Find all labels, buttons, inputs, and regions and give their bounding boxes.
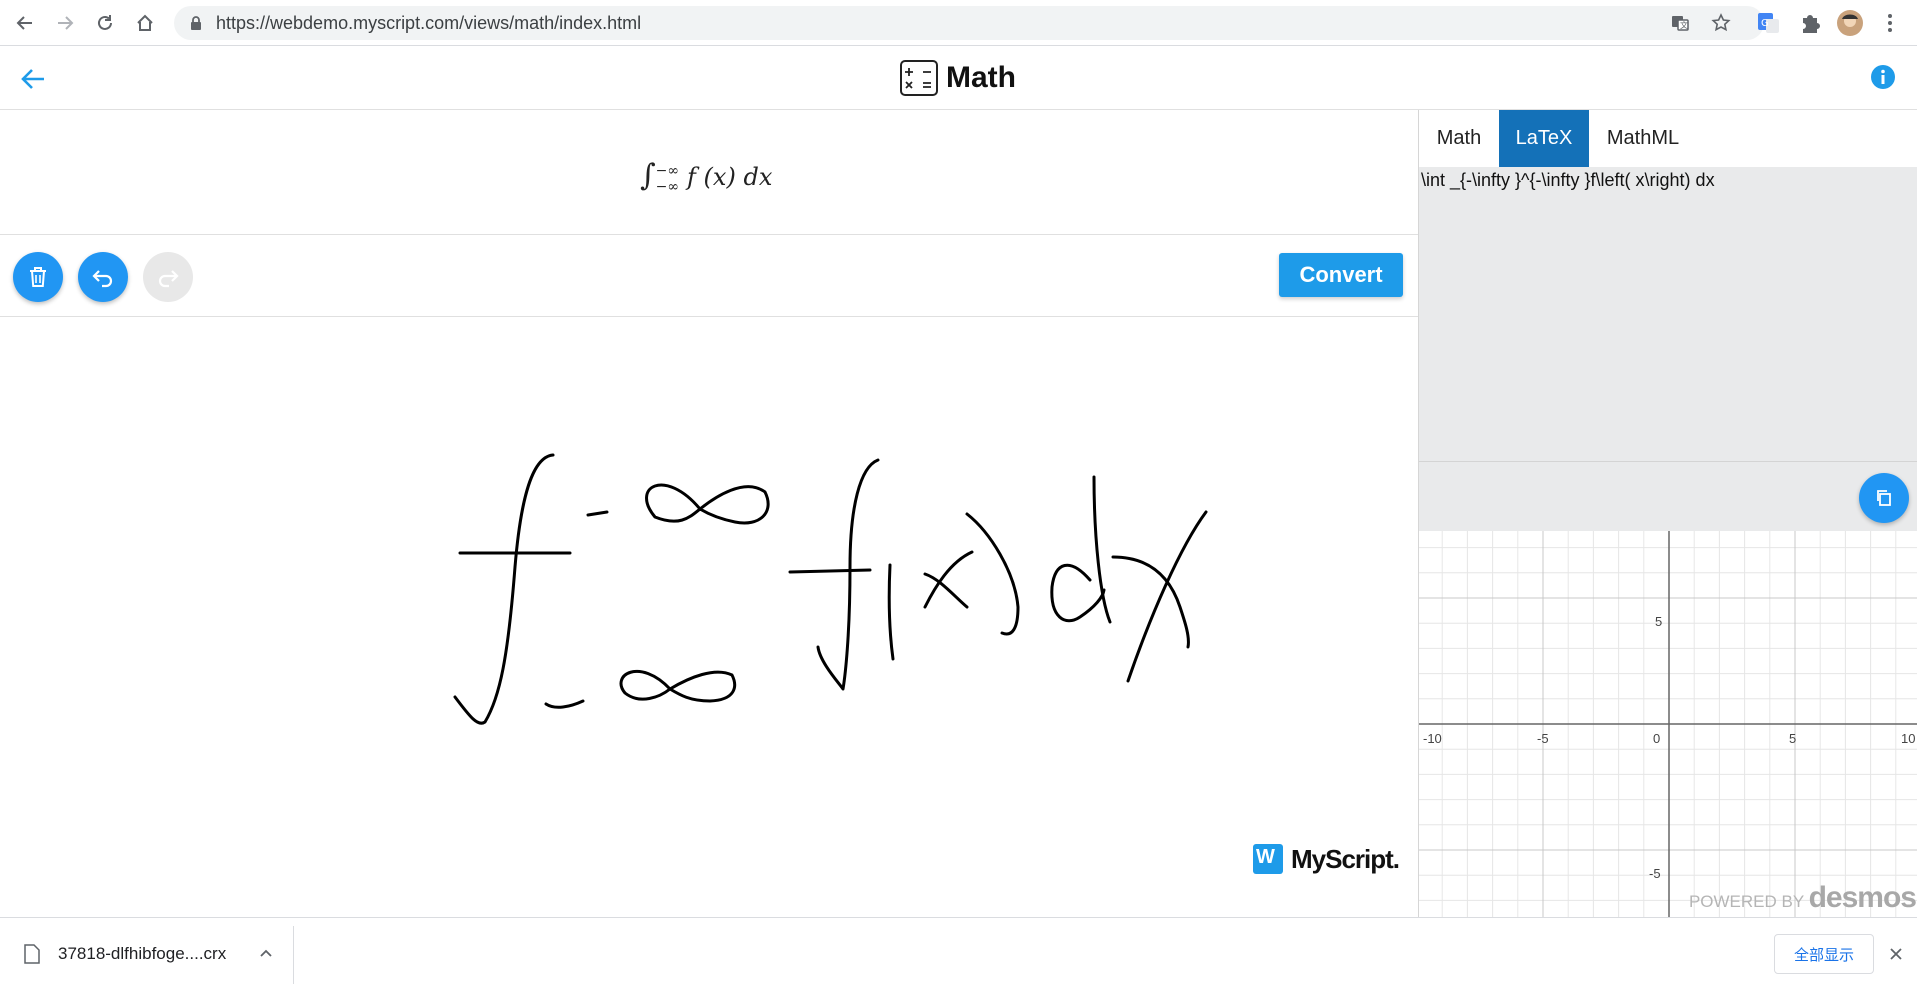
translate-icon[interactable]: 文 [1670, 13, 1690, 33]
output-tabs: Math LaTeX MathML [1419, 110, 1917, 167]
ink-close-paren [965, 512, 1020, 636]
svg-text:G: G [1761, 18, 1769, 29]
url-text[interactable]: https://webdemo.myscript.com/views/math/… [216, 13, 641, 34]
show-all-button[interactable]: 全部显示 [1774, 934, 1874, 974]
handwritten-ink [453, 453, 1208, 725]
desmos-graph[interactable]: -10 -5 0 5 10 5 -5 POWERED BY desmos [1419, 531, 1917, 917]
ink-d-bowl [1050, 563, 1106, 623]
download-file-name[interactable]: 37818-dlfhibfoge....crx [58, 944, 226, 964]
ink-x-stroke-1 [923, 572, 969, 609]
app-header: Math [0, 46, 1917, 110]
integral-sign: ∫ [640, 158, 656, 193]
tab-math[interactable]: Math [1419, 110, 1499, 167]
undo-icon [92, 270, 113, 288]
app-title: Math [946, 61, 1016, 94]
x-tick-label: 0 [1653, 731, 1660, 746]
integral-limits: −∞ −∞ [656, 163, 679, 195]
close-icon[interactable] [1888, 946, 1904, 962]
ink-f [816, 458, 880, 691]
back-icon[interactable] [11, 9, 39, 37]
upper-limit: −∞ [655, 162, 680, 179]
x-tick-label: 10 [1901, 731, 1915, 746]
credit-prefix: POWERED BY [1688, 892, 1804, 911]
ink-integral [453, 453, 555, 725]
ink-lower-infinity [619, 670, 737, 703]
home-icon[interactable] [131, 9, 159, 37]
redo-button[interactable] [143, 252, 193, 302]
redo-icon [158, 270, 179, 288]
ink-upper-minus [586, 510, 609, 517]
myscript-wordmark: MyScript. [1291, 843, 1400, 874]
chevron-up-icon[interactable] [258, 945, 274, 961]
desmos-logo: desmos [1808, 881, 1917, 914]
math-symbols-icon [900, 60, 938, 96]
ink-x-stroke-2 [923, 550, 974, 609]
ink-x-stroke-4 [1126, 510, 1208, 683]
ink-open-paren [887, 563, 895, 661]
y-tick-label: 5 [1655, 614, 1662, 629]
ink-d-stem [1092, 475, 1112, 624]
lower-limit: −∞ [655, 178, 680, 195]
lock-icon [191, 16, 201, 30]
copy-icon [1877, 490, 1891, 506]
back-arrow-icon[interactable] [18, 64, 48, 94]
result-panel: Math LaTeX MathML \int _{-\infty }^{-\in… [1418, 110, 1917, 917]
clear-button[interactable] [13, 252, 63, 302]
ink-f-crossbar [788, 568, 872, 574]
svg-text:文: 文 [1680, 20, 1688, 30]
download-shelf: 37818-dlfhibfoge....crx 全部显示 [0, 917, 1917, 992]
rendered-expression: ∫ −∞ −∞ f (x) dx [640, 158, 772, 195]
browser-menu-icon[interactable] [1879, 10, 1901, 36]
reload-icon[interactable] [91, 9, 119, 37]
browser-toolbar: https://webdemo.myscript.com/views/math/… [0, 0, 1917, 46]
shelf-divider [293, 926, 294, 984]
latex-output[interactable]: \int _{-\infty }^{-\infty }f\left( x\rig… [1421, 170, 1715, 191]
editor-toolbar: Convert [0, 235, 1418, 317]
ink-lower-minus [544, 699, 585, 709]
integrand: f (x) dx [687, 163, 773, 191]
x-tick-label: 5 [1789, 731, 1796, 746]
convert-button[interactable]: Convert [1279, 253, 1403, 297]
profile-avatar-icon[interactable] [1836, 9, 1864, 37]
extensions-puzzle-icon[interactable] [1797, 10, 1823, 36]
tab-latex[interactable]: LaTeX [1499, 110, 1589, 167]
desmos-credit: POWERED BY desmos [1688, 881, 1917, 915]
trash-icon [30, 267, 46, 287]
ink-upper-infinity [645, 483, 770, 525]
y-tick-label: -5 [1649, 866, 1661, 881]
forward-icon[interactable] [51, 9, 79, 37]
handwriting-canvas[interactable]: W MyScript. [0, 317, 1418, 917]
graph-grid: -10 -5 0 5 10 5 -5 [1419, 531, 1917, 917]
tab-mathml[interactable]: MathML [1589, 110, 1697, 167]
undo-button[interactable] [78, 252, 128, 302]
file-icon [24, 944, 40, 964]
ink-x-stroke-3 [1111, 555, 1190, 649]
page-title: Math [900, 58, 1016, 98]
panel-divider [1419, 461, 1917, 462]
info-icon[interactable] [1870, 64, 1896, 90]
copy-button[interactable] [1859, 473, 1909, 523]
google-translate-extension-icon[interactable]: G [1756, 10, 1782, 36]
myscript-logo: W MyScript. [1253, 843, 1400, 875]
myscript-mark-icon: W [1253, 844, 1283, 874]
x-tick-label: -10 [1423, 731, 1442, 746]
x-tick-label: -5 [1537, 731, 1549, 746]
recognition-result: ∫ −∞ −∞ f (x) dx [0, 110, 1418, 235]
address-bar[interactable]: https://webdemo.myscript.com/views/math/… [174, 6, 1764, 40]
bookmark-star-icon[interactable] [1711, 13, 1731, 33]
